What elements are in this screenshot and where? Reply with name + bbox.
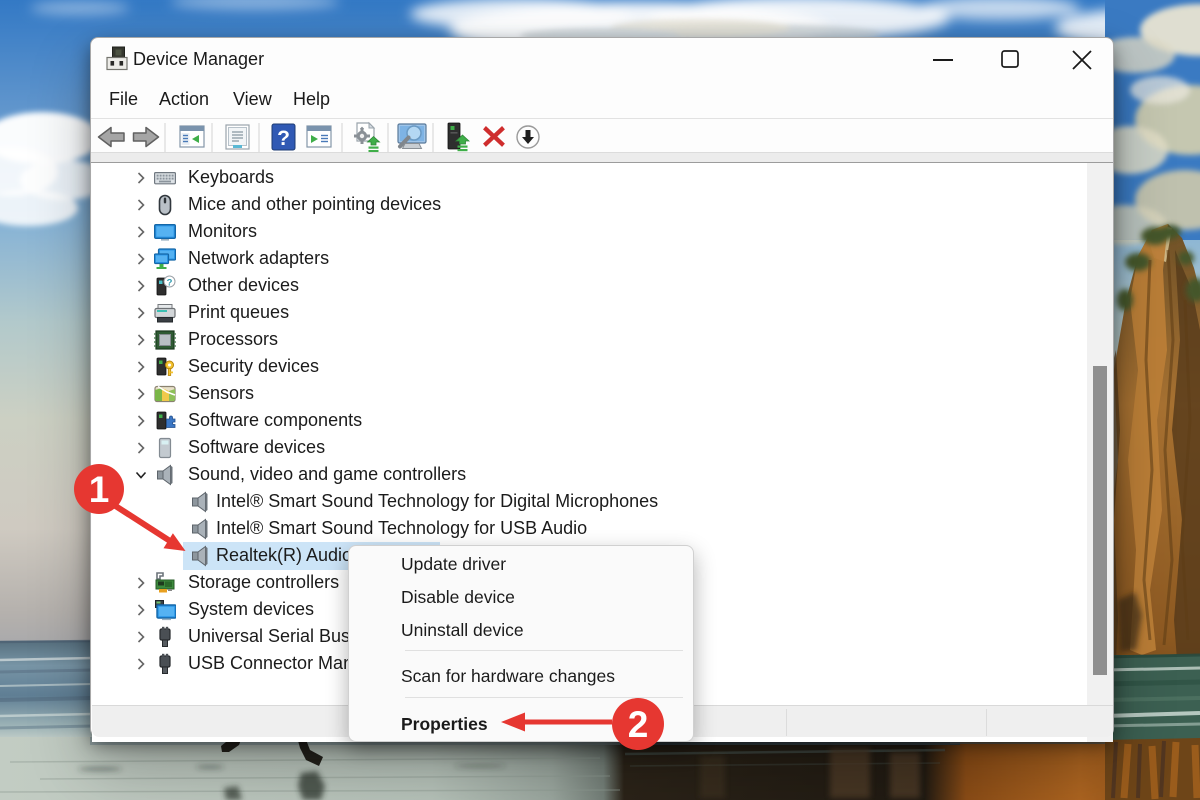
- svg-text:?: ?: [277, 127, 290, 150]
